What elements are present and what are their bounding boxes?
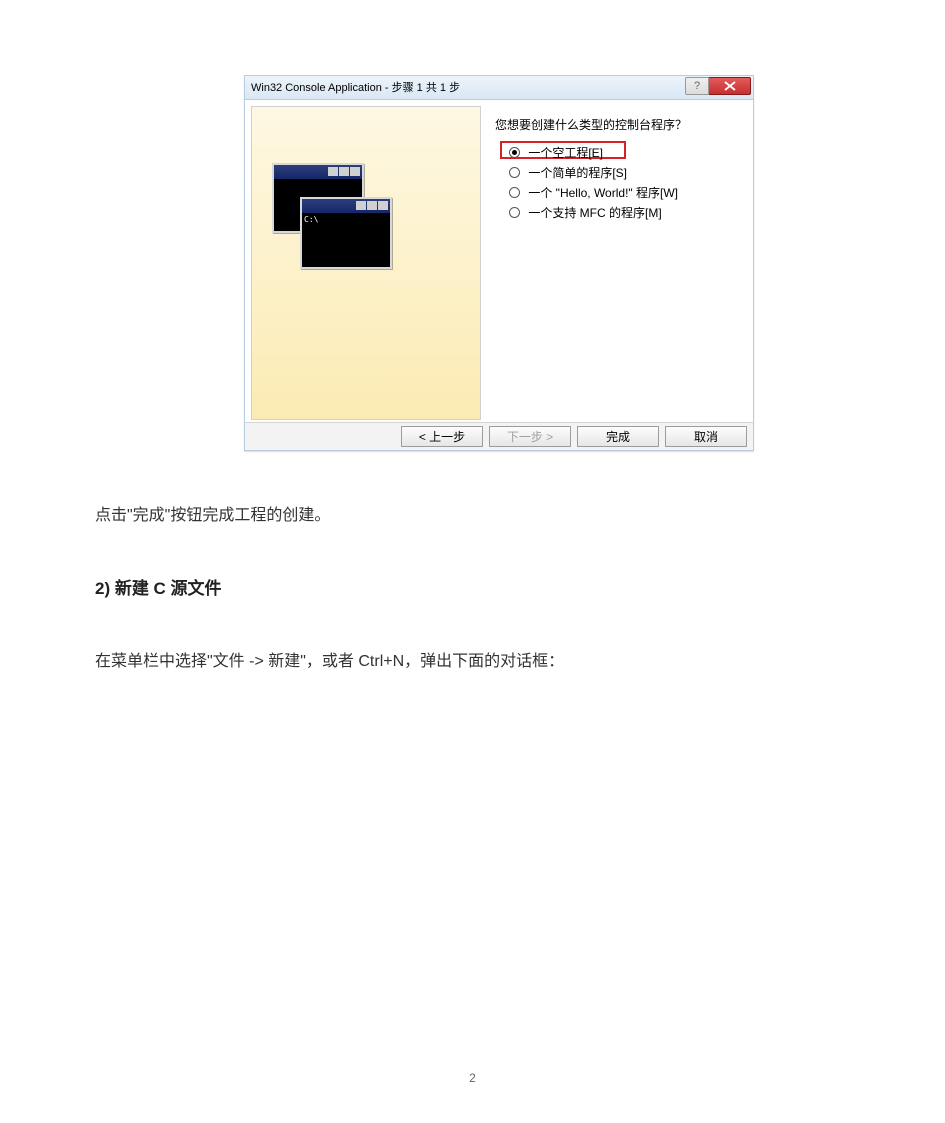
finish-button[interactable]: 完成 [577,426,659,447]
next-button: 下一步 > [489,426,571,447]
radio-option-mfc[interactable]: 一个支持 MFC 的程序[M] [495,202,745,222]
cancel-button[interactable]: 取消 [665,426,747,447]
paragraph-click-finish: 点击"完成"按钮完成工程的创建。 [95,503,330,529]
radio-label: 一个支持 MFC 的程序[M] [528,206,661,220]
dialog-body: C:\ 您想要创建什么类型的控制台程序？ 一个空工程[E] 一个简单的程序[S] [245,100,753,422]
page-number: 2 [0,1071,945,1085]
console-prompt-text: C:\ [302,213,390,226]
radio-icon [509,147,520,158]
dialog-title: Win32 Console Application - 步骤 1 共 1 步 [251,82,460,94]
wizard-dialog: Win32 Console Application - 步骤 1 共 1 步 ?… [244,75,754,451]
illustration-panel: C:\ [251,106,481,420]
dialog-button-bar: < 上一步 下一步 > 完成 取消 [245,422,753,450]
console-mock-front: C:\ [300,197,392,269]
radio-icon [509,207,520,218]
close-icon [724,81,736,91]
radio-label: 一个简单的程序[S] [528,166,627,180]
radio-icon [509,167,520,178]
section-heading: 2) 新建 C 源文件 [95,575,222,602]
radio-option-empty[interactable]: 一个空工程[E] [495,142,745,162]
radio-label: 一个 "Hello, World!" 程序[W] [528,186,678,200]
dialog-titlebar: Win32 Console Application - 步骤 1 共 1 步 ? [245,76,753,100]
radio-label: 一个空工程[E] [528,146,603,160]
paragraph-menu-new: 在菜单栏中选择"文件 -> 新建"，或者 Ctrl+N，弹出下面的对话框： [95,649,564,675]
radio-option-helloworld[interactable]: 一个 "Hello, World!" 程序[W] [495,182,745,202]
options-group: 您想要创建什么类型的控制台程序？ 一个空工程[E] 一个简单的程序[S] 一个 … [495,114,745,222]
help-button[interactable]: ? [685,77,709,95]
close-button[interactable] [709,77,751,95]
radio-icon [509,187,520,198]
options-prompt: 您想要创建什么类型的控制台程序？ [495,114,745,136]
radio-option-simple[interactable]: 一个简单的程序[S] [495,162,745,182]
back-button[interactable]: < 上一步 [401,426,483,447]
